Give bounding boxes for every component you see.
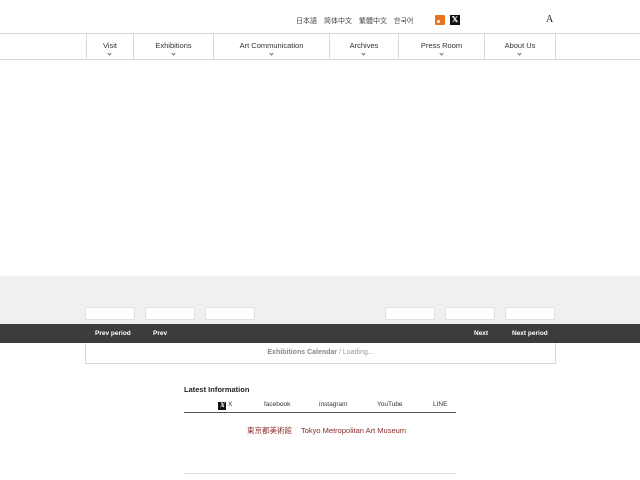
top-bar: 日本語 简体中文 繁體中文 한국어 𝕏 A <box>0 0 640 34</box>
nav-item-exhibitions[interactable]: Exhibitions <box>134 34 214 59</box>
nav-item-about-us[interactable]: About Us <box>485 34 556 59</box>
nav-item-archives[interactable]: Archives <box>330 34 399 59</box>
prev-button[interactable]: Prev <box>153 330 167 337</box>
nav-item-art-communication[interactable]: Art Communication <box>214 34 330 59</box>
tab-line[interactable]: LINE <box>433 401 447 408</box>
museum-name-ja: 東京都美術館 <box>247 426 292 435</box>
x-icon[interactable]: 𝕏 <box>450 15 460 25</box>
main-nav: Visit Exhibitions Art Communication Arch… <box>86 34 556 59</box>
chevron-down-icon <box>517 51 522 56</box>
filter-pill[interactable] <box>505 307 555 320</box>
filter-pill[interactable] <box>85 307 135 320</box>
museum-name[interactable]: 東京都美術館 Tokyo Metropolitan Art Museum <box>247 425 406 436</box>
prev-period-button[interactable]: Prev period <box>95 330 131 337</box>
chevron-down-icon <box>361 51 366 56</box>
chevron-down-icon <box>107 51 112 56</box>
font-size-button[interactable]: A <box>546 14 553 25</box>
language-switcher: 日本語 简体中文 繁體中文 한국어 <box>296 16 413 26</box>
filter-pill[interactable] <box>205 307 255 320</box>
nav-item-label: Art Communication <box>239 41 304 50</box>
calendar-status: / Loading... <box>337 349 374 356</box>
lang-korean[interactable]: 한국어 <box>394 16 413 26</box>
tab-label: X <box>228 401 233 408</box>
tab-youtube[interactable]: YouTube <box>377 401 403 408</box>
next-period-button[interactable]: Next period <box>512 330 548 337</box>
x-icon: 𝕏 <box>218 402 226 410</box>
museum-name-en: Tokyo Metropolitan Art Museum <box>301 426 407 435</box>
tab-x[interactable]: 𝕏X <box>218 401 232 410</box>
nav-item-label: Archives <box>349 41 379 50</box>
period-navigation-bar: Prev period Prev Next Next period <box>0 324 640 343</box>
rss-icon[interactable] <box>435 15 445 25</box>
lang-traditional-chinese[interactable]: 繁體中文 <box>359 16 387 26</box>
latest-info-title: Latest Information <box>184 385 250 394</box>
chevron-down-icon <box>268 51 274 56</box>
nav-item-label: Exhibitions <box>155 41 192 50</box>
filter-pill[interactable] <box>145 307 195 320</box>
filter-pill[interactable] <box>385 307 435 320</box>
nav-item-label: Visit <box>102 41 118 50</box>
lang-japanese[interactable]: 日本語 <box>296 16 317 26</box>
chevron-down-icon <box>170 51 176 56</box>
nav-divider <box>0 59 640 60</box>
calendar-title: Exhibitions Calendar <box>267 349 338 356</box>
tab-facebook[interactable]: facebook <box>264 401 290 408</box>
filter-pill[interactable] <box>445 307 495 320</box>
nav-item-label: About Us <box>504 41 536 50</box>
nav-item-visit[interactable]: Visit <box>87 34 134 59</box>
next-button[interactable]: Next <box>474 330 488 337</box>
nav-item-label: Press Room <box>420 41 463 50</box>
chevron-down-icon <box>438 51 444 56</box>
exhibitions-calendar: Exhibitions Calendar / Loading... <box>85 343 556 364</box>
nav-item-press-room[interactable]: Press Room <box>399 34 485 59</box>
footer-divider <box>184 473 456 474</box>
tab-instagram[interactable]: instagram <box>319 401 348 408</box>
sns-tabs: 𝕏X facebook instagram YouTube LINE <box>184 399 456 413</box>
lang-simplified-chinese[interactable]: 简体中文 <box>324 16 352 26</box>
